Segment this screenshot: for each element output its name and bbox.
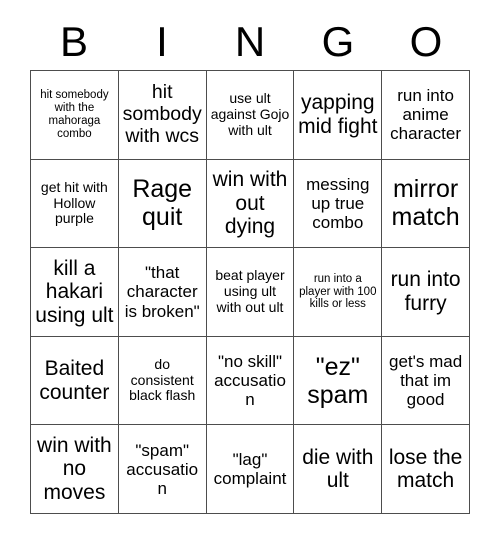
bingo-cell-r2c4[interactable]: messing up true combo [294,159,383,249]
bingo-cell-text: mirror match [391,175,460,232]
bingo-cell-r1c4[interactable]: yapping mid fight [294,71,383,160]
header-letter-b: B [59,18,88,65]
bingo-cell-text: hit sombody with wcs [122,81,202,147]
bingo-cell-text: lose the match [388,445,463,493]
bingo-cell-r3c4[interactable]: run into a player with 100 kills or less [294,248,383,337]
bingo-cell-r5c1[interactable]: win with no moves [31,425,119,514]
bingo-cell-text: "no skill" accusation [214,352,286,410]
bingo-cell-text: run into a player with 100 kills or less [299,272,377,311]
bingo-cell-r2c5[interactable]: mirror match [382,159,470,249]
bingo-cell-r4c5[interactable]: get's mad that im good [382,336,470,426]
bingo-cell-r5c2[interactable]: "spam" accusation [118,425,207,514]
header-letter-g: G [321,18,355,65]
bingo-cell-text: win with out dying [212,168,288,239]
bingo-cell-text: run into anime character [390,86,462,144]
bingo-cell-text: Baited counter [39,357,110,404]
bingo-cell-r4c1[interactable]: Baited counter [31,336,119,426]
bingo-cell-text: "spam" accusation [126,440,199,498]
bingo-cell-r1c1[interactable]: hit somebody with the mahoraga combo [31,71,119,160]
bingo-cell-text: messing up true combo [306,174,370,232]
bingo-cell-text: "ez" spam [307,352,369,409]
bingo-cell-text: win with no moves [37,433,112,504]
bingo-cell-r5c4[interactable]: die with ult [294,425,383,514]
header-letter-i: I [156,18,168,65]
bingo-cell-r1c2[interactable]: hit sombody with wcs [118,71,207,160]
bingo-cell-text: "lag" complaint [213,450,287,489]
bingo-cell-r1c5[interactable]: run into anime character [382,71,470,160]
bingo-grid: hit somebody with the mahoraga combo hit… [30,70,470,514]
bingo-cell-text: yapping mid fight [298,91,378,138]
bingo-cell-r2c2[interactable]: Rage quit [118,159,207,249]
bingo-cell-r1c3[interactable]: use ult against Gojo with ult [206,71,295,160]
bingo-cell-r3c3[interactable]: beat player using ult with out ult [206,248,295,337]
bingo-cell-r2c1[interactable]: get hit with Hollow purple [31,159,119,249]
bingo-cell-text: do consistent black flash [129,356,196,404]
bingo-card: B I N G O hit somebody with the mahoraga… [0,0,500,544]
bingo-cell-r3c1[interactable]: kill a hakari using ult [31,248,119,337]
bingo-cell-text: hit somebody with the mahoraga combo [40,89,109,140]
bingo-cell-r4c3[interactable]: "no skill" accusation [206,336,295,426]
header-letter-o: O [409,18,443,65]
bingo-cell-text: beat player using ult with out ult [215,267,285,315]
bingo-cell-text: use ult against Gojo with ult [210,90,290,138]
bingo-cell-r3c2[interactable]: "that character is broken" [118,248,207,337]
bingo-header: B I N G O [30,14,470,70]
header-letter-n: N [234,18,266,65]
bingo-cell-text: get's mad that im good [389,352,463,410]
bingo-cell-r5c5[interactable]: lose the match [382,425,470,514]
bingo-cell-text: kill a hakari using ult [35,256,114,327]
bingo-cell-text: Rage quit [132,175,193,232]
bingo-cell-text: run into furry [390,268,461,315]
bingo-cell-r4c4[interactable]: "ez" spam [294,336,383,426]
bingo-cell-text: "that character is broken" [124,263,200,321]
bingo-cell-r3c5[interactable]: run into furry [382,248,470,337]
bingo-cell-r2c3[interactable]: win with out dying [206,159,295,249]
bingo-cell-r4c2[interactable]: do consistent black flash [118,336,207,426]
bingo-cell-r5c3[interactable]: "lag" complaint [206,425,295,514]
bingo-cell-text: die with ult [302,445,374,493]
bingo-cell-text: get hit with Hollow purple [40,178,108,227]
